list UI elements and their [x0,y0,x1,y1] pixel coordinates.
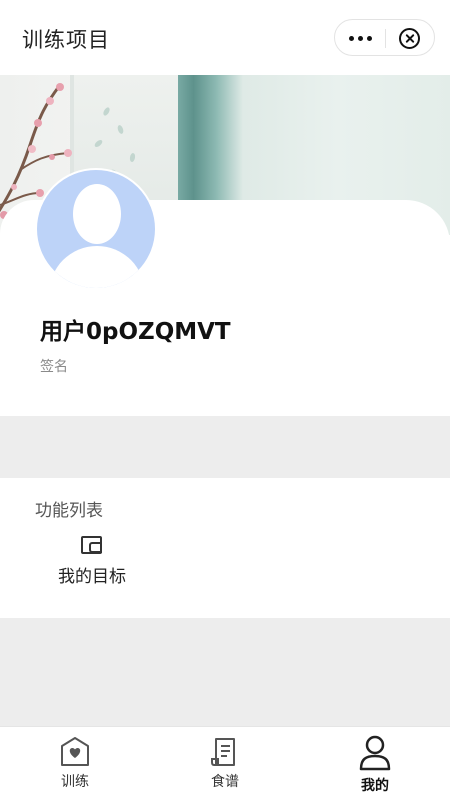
tab-recipes[interactable]: 食谱 [150,727,300,800]
section-divider [0,416,450,478]
tab-label: 食谱 [211,774,239,790]
avatar-head-shape [73,184,121,244]
features-section: 功能列表 我的目标 [0,478,450,618]
empty-area [0,618,450,726]
feature-item-my-goals[interactable]: 我的目标 [46,532,138,590]
tab-label: 我的 [361,778,389,794]
user-icon [359,735,391,771]
mini-program-capsule [334,19,435,56]
avatar-body-shape [49,246,145,288]
capsule-divider [385,29,386,48]
tab-training[interactable]: 训练 [0,727,150,800]
tab-label: 训练 [61,774,89,790]
wallet-icon [81,536,102,554]
more-dots-icon[interactable] [335,20,385,57]
username: 用户0pOZQMVT [40,319,231,345]
tab-mine[interactable]: 我的 [300,727,450,800]
page-title: 训练项目 [22,28,110,52]
signature[interactable]: 签名 [40,356,68,376]
feature-label: 我的目标 [58,567,126,587]
tab-bar: 训练 食谱 我的 [0,726,450,800]
avatar[interactable] [35,168,157,290]
features-title: 功能列表 [35,501,103,521]
close-circle-icon[interactable] [399,28,420,49]
recipe-scroll-icon [211,738,235,766]
nav-bar: 训练项目 [0,0,450,75]
heart-shield-icon [61,737,89,766]
